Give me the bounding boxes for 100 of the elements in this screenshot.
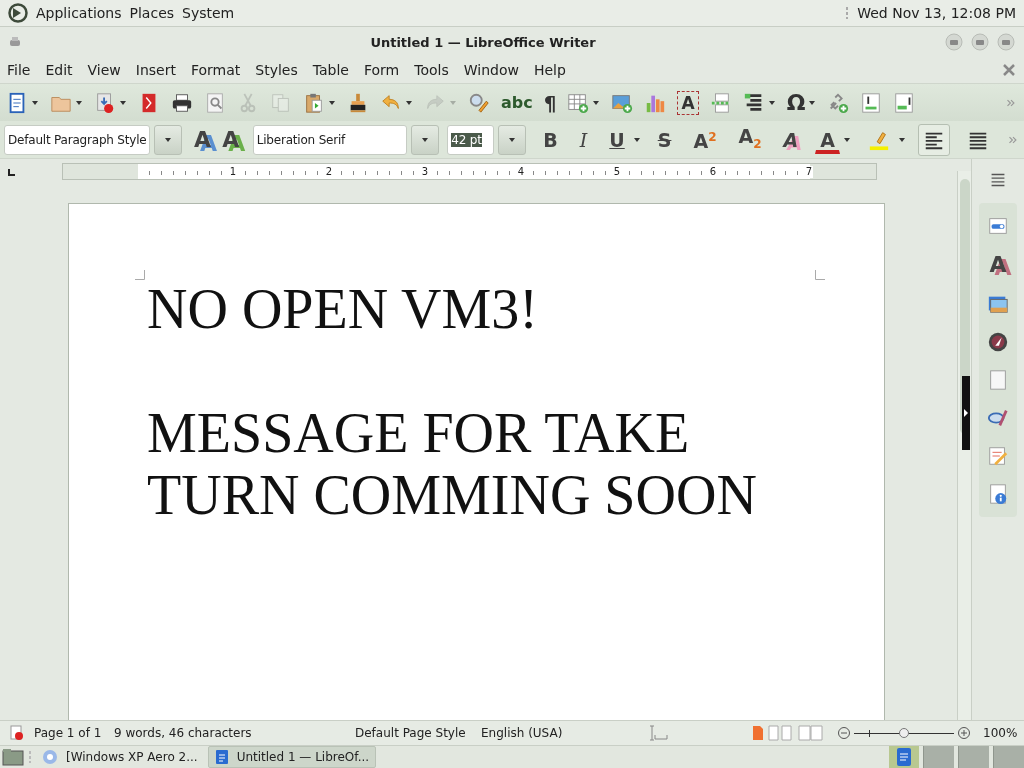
ruler-number: 3 bbox=[420, 165, 429, 178]
dropdown-arrow-icon[interactable] bbox=[421, 136, 430, 143]
menu-item[interactable]: Insert bbox=[135, 62, 176, 78]
dropdown-arrow-icon[interactable] bbox=[508, 136, 517, 143]
clear-button[interactable]: A bbox=[778, 122, 804, 157]
taskbar-item[interactable]: [Windows XP Aero 2... bbox=[36, 746, 204, 768]
edit-document-icon[interactable] bbox=[987, 445, 1009, 467]
body-text: MESSAGE FOR TAKE TURN COMMING SOON bbox=[147, 402, 758, 526]
subscript-button[interactable]: A$_{2}$ bbox=[733, 118, 767, 161]
zoom-slider-thumb[interactable] bbox=[899, 727, 909, 738]
page-break-icon[interactable] bbox=[709, 91, 732, 114]
dropdown-arrow-icon[interactable] bbox=[843, 136, 851, 143]
zoom-out-icon[interactable] bbox=[838, 727, 850, 739]
maximize-button[interactable] bbox=[970, 32, 990, 52]
scrollbar[interactable] bbox=[957, 171, 971, 720]
taskbar-item[interactable]: Untitled 1 — LibreOf... bbox=[207, 746, 377, 768]
corner-mark bbox=[135, 270, 145, 280]
ruler-number: 5 bbox=[612, 165, 621, 178]
dropdown-arrow-icon[interactable] bbox=[164, 136, 173, 143]
print-preview-icon[interactable] bbox=[204, 91, 226, 114]
tab-stop-icon[interactable] bbox=[8, 167, 16, 176]
menu-item[interactable]: Styles bbox=[255, 62, 298, 78]
manage-changes-icon[interactable] bbox=[987, 407, 1009, 429]
dropdown-arrow-icon[interactable] bbox=[405, 99, 413, 106]
align-left-button[interactable] bbox=[918, 123, 950, 156]
menu-item[interactable]: Edit bbox=[45, 62, 73, 78]
clock[interactable]: Wed Nov 13, 12:08 PM bbox=[857, 5, 1016, 21]
printer-icon[interactable] bbox=[171, 91, 193, 114]
strikethrough-button[interactable]: S bbox=[652, 122, 677, 157]
textbox-button[interactable]: A bbox=[677, 90, 699, 115]
find-icon[interactable] bbox=[468, 91, 490, 114]
styles-button[interactable]: A bbox=[989, 253, 1007, 277]
properties-icon[interactable] bbox=[987, 215, 1009, 237]
underline-button[interactable]: U bbox=[604, 122, 630, 157]
panel-menu[interactable]: System bbox=[182, 5, 235, 21]
new-style-button[interactable]: A bbox=[218, 127, 243, 152]
clipboard-icon[interactable] bbox=[303, 91, 325, 114]
panel-menu[interactable]: Places bbox=[129, 5, 175, 21]
compass-icon[interactable] bbox=[987, 331, 1009, 353]
body-text: NO OPEN VM3! bbox=[147, 278, 539, 340]
ruler-number: 4 bbox=[516, 165, 525, 178]
minimize-button[interactable] bbox=[944, 32, 964, 52]
sidebar-grip[interactable] bbox=[962, 376, 970, 450]
dropdown-arrow-icon[interactable] bbox=[767, 99, 776, 106]
logo-icon[interactable] bbox=[8, 3, 28, 23]
accessibility-icon[interactable] bbox=[987, 483, 1009, 505]
menu-item[interactable]: File bbox=[7, 62, 31, 78]
dropdown-arrow-icon[interactable] bbox=[328, 99, 336, 106]
save-icon[interactable] bbox=[94, 91, 116, 114]
zoom-level[interactable]: 100% bbox=[983, 726, 1018, 740]
menu-item[interactable]: Help bbox=[533, 62, 566, 78]
spelling-button[interactable]: abc bbox=[501, 91, 533, 114]
dropdown-arrow-icon[interactable] bbox=[592, 99, 601, 106]
special-character-button[interactable]: Ω bbox=[786, 91, 806, 114]
dropdown-arrow-icon[interactable] bbox=[632, 136, 641, 143]
document-status-icon[interactable] bbox=[10, 725, 24, 741]
menu-item[interactable]: Table bbox=[312, 62, 349, 78]
panel-menu[interactable]: Applications bbox=[36, 5, 122, 21]
menu-item[interactable]: Form bbox=[363, 62, 400, 78]
menu-item[interactable]: Format bbox=[190, 62, 241, 78]
italic-button[interactable]: I bbox=[574, 122, 593, 157]
status-text: English (USA) bbox=[481, 726, 564, 740]
superscript-button[interactable]: A$^{2}$ bbox=[688, 120, 722, 159]
paragraph-style-field[interactable]: Default Paragraph Style bbox=[4, 124, 151, 155]
window-menu-icon[interactable] bbox=[8, 35, 22, 49]
hyperlink-icon[interactable] bbox=[827, 91, 850, 114]
menu-item[interactable]: Window bbox=[463, 62, 519, 78]
separator-handle bbox=[28, 750, 32, 764]
ruler-number: 1 bbox=[228, 165, 237, 178]
menu-item[interactable]: Tools bbox=[414, 62, 449, 78]
dropdown-arrow-icon[interactable] bbox=[31, 99, 39, 106]
writer-icon bbox=[214, 749, 229, 765]
close-icon[interactable] bbox=[1002, 63, 1016, 77]
status-text: Default Page Style bbox=[355, 726, 467, 740]
single-page-view-icon[interactable] bbox=[752, 725, 764, 741]
bold-button[interactable]: B bbox=[538, 122, 563, 157]
footnote-icon[interactable] bbox=[860, 91, 883, 114]
zoom-in-icon[interactable] bbox=[958, 727, 970, 739]
update-style-button[interactable]: A bbox=[190, 127, 215, 152]
ruler[interactable]: 1 2 3 4 5 6 7 bbox=[62, 163, 877, 180]
comment-icon[interactable] bbox=[893, 91, 916, 114]
font-size-field[interactable]: 42 pt bbox=[447, 124, 495, 155]
font-name-field[interactable]: Liberation Serif bbox=[252, 124, 408, 155]
ruler-number: 2 bbox=[324, 165, 333, 178]
page-icon[interactable] bbox=[987, 369, 1009, 391]
corner-mark bbox=[815, 270, 825, 280]
writer-tray-icon[interactable] bbox=[889, 746, 919, 768]
status-text: Page 1 of 1 bbox=[34, 726, 103, 740]
dropdown-arrow-icon[interactable] bbox=[119, 99, 127, 106]
show-desktop-icon[interactable] bbox=[2, 748, 24, 766]
menu-item[interactable]: View bbox=[87, 62, 121, 78]
font-color-button[interactable]: A bbox=[815, 125, 840, 154]
dropdown-arrow-icon[interactable] bbox=[808, 99, 817, 106]
status-text: 9 words, 46 characters bbox=[114, 726, 253, 740]
handle-icon bbox=[845, 6, 850, 20]
window-title: Untitled 1 — LibreOffice Writer bbox=[369, 34, 597, 50]
dropdown-arrow-icon[interactable] bbox=[898, 136, 906, 143]
formatting-marks-button[interactable]: ¶ bbox=[543, 91, 557, 114]
close-button[interactable] bbox=[996, 32, 1016, 52]
dropdown-arrow-icon[interactable] bbox=[75, 99, 83, 106]
